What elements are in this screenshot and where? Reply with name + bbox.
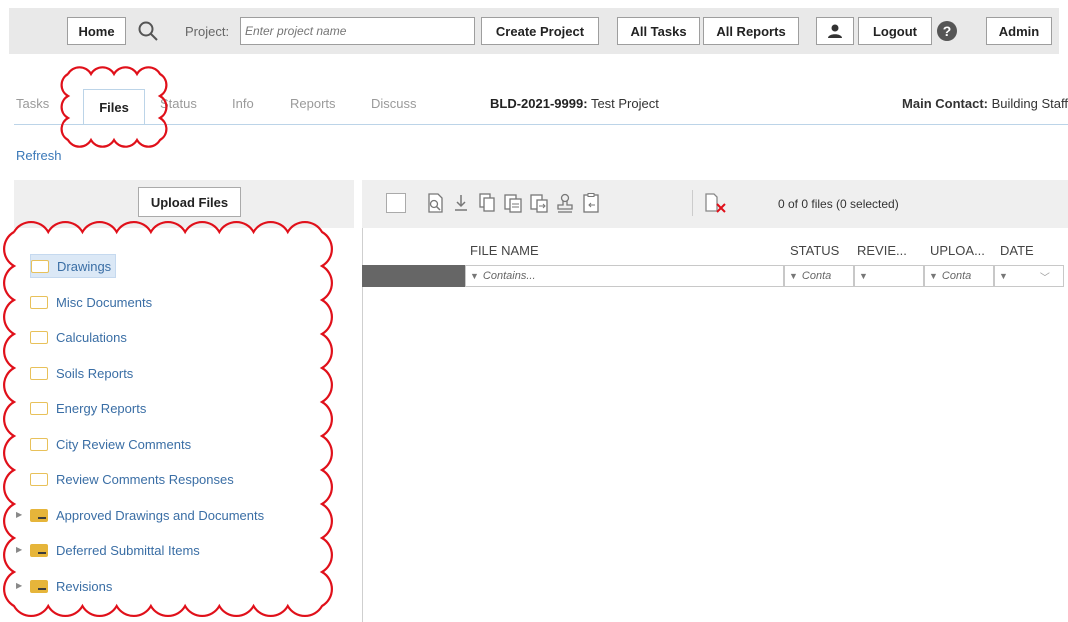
home-button[interactable]: Home	[67, 17, 126, 45]
filter-icon: ▼	[470, 271, 479, 281]
project-id: BLD-2021-9999:	[490, 96, 588, 111]
copy-icon[interactable]	[477, 192, 497, 214]
column-header-uploader[interactable]: UPLOA...	[930, 243, 985, 258]
main-contact: Main Contact: Building Staff	[902, 96, 1068, 111]
all-reports-button[interactable]: All Reports	[703, 17, 799, 45]
folder-outline-icon	[30, 401, 48, 415]
project-name: Test Project	[590, 96, 659, 111]
project-search-input[interactable]	[240, 17, 475, 45]
folder-label: Approved Drawings and Documents	[56, 507, 265, 523]
folder-item[interactable]: Revisions	[30, 574, 112, 598]
move-file-icon[interactable]	[529, 192, 549, 214]
folder-outline-icon	[30, 437, 48, 451]
project-label: Project:	[185, 24, 230, 39]
folder-outline-icon	[31, 259, 49, 273]
file-count: 0 of 0 files (0 selected)	[778, 197, 899, 211]
file-name-filter-text: Contains...	[482, 270, 536, 282]
user-icon[interactable]	[816, 17, 854, 45]
uploader-filter-text: Conta	[941, 270, 972, 282]
expand-caret-icon[interactable]: ▶	[16, 545, 22, 554]
chevron-down-icon[interactable]: ﹀	[1040, 269, 1050, 284]
date-filter[interactable]: ▼ ﹀	[994, 265, 1064, 287]
toolbar-separator	[692, 190, 693, 216]
file-name-filter[interactable]: ▼ Contains...	[465, 265, 784, 287]
folder-item[interactable]: Approved Drawings and Documents	[30, 503, 264, 527]
reviewer-filter[interactable]: ▼	[854, 265, 924, 287]
all-tasks-button[interactable]: All Tasks	[617, 17, 700, 45]
folder-item[interactable]: Deferred Submittal Items	[30, 538, 200, 562]
column-header-date[interactable]: DATE	[1000, 243, 1034, 258]
folder-outline-icon	[30, 472, 48, 486]
folder-label: Energy Reports	[56, 400, 147, 416]
folder-label: City Review Comments	[56, 436, 192, 452]
folder-outline-icon	[30, 330, 48, 344]
tab-reports[interactable]: Reports	[290, 96, 336, 111]
grid-left-border	[362, 228, 363, 622]
help-icon[interactable]: ?	[932, 17, 962, 45]
filter-icon: ▼	[929, 271, 938, 281]
folder-item[interactable]: Energy Reports	[30, 396, 146, 420]
status-filter-text: Conta	[801, 270, 832, 282]
tab-discuss[interactable]: Discuss	[371, 96, 417, 111]
folder-label: Misc Documents	[56, 294, 153, 310]
tab-status[interactable]: Status	[160, 96, 197, 111]
folder-label: Soils Reports	[56, 365, 134, 381]
main-contact-label: Main Contact:	[902, 96, 988, 111]
expand-caret-icon[interactable]: ▶	[16, 581, 22, 590]
folder-label: Calculations	[56, 329, 127, 345]
folder-item[interactable]: Drawings	[30, 254, 117, 278]
clipboard-icon[interactable]	[581, 192, 601, 214]
folder-item[interactable]: Review Comments Responses	[30, 467, 234, 491]
filter-icon: ▼	[859, 271, 868, 281]
refresh-link[interactable]: Refresh	[16, 148, 62, 163]
delete-file-icon[interactable]	[703, 192, 726, 214]
folder-label: Deferred Submittal Items	[56, 542, 200, 558]
expand-caret-icon[interactable]: ▶	[16, 510, 22, 519]
uploader-filter[interactable]: ▼ Conta	[924, 265, 994, 287]
column-header-status[interactable]: STATUS	[790, 243, 839, 258]
search-icon[interactable]	[130, 17, 166, 45]
status-filter[interactable]: ▼ Conta	[784, 265, 854, 287]
folder-filled-icon	[30, 579, 48, 593]
folder-outline-icon	[30, 295, 48, 309]
folder-label: Revisions	[56, 578, 113, 594]
folder-item[interactable]: Soils Reports	[30, 361, 133, 385]
svg-text:?: ?	[943, 23, 952, 39]
stamp-icon[interactable]	[555, 192, 575, 214]
tab-files[interactable]: Files	[83, 89, 145, 125]
select-all-checkbox[interactable]	[386, 193, 406, 213]
upload-files-button[interactable]: Upload Files	[138, 187, 241, 217]
download-icon[interactable]	[451, 192, 471, 214]
filter-icon: ▼	[789, 271, 798, 281]
column-header-file-name[interactable]: FILE NAME	[470, 243, 539, 258]
duplicate-icon[interactable]	[503, 192, 523, 214]
tab-divider	[14, 124, 1068, 125]
folder-outline-icon	[30, 366, 48, 380]
main-contact-value: Building Staff	[991, 96, 1068, 111]
preview-file-icon[interactable]	[425, 192, 445, 214]
folder-filled-icon	[30, 508, 48, 522]
admin-button[interactable]: Admin	[986, 17, 1052, 45]
folder-item[interactable]: City Review Comments	[30, 432, 191, 456]
annotation-cloud-layer	[3, 66, 333, 618]
folder-label: Review Comments Responses	[56, 471, 234, 487]
filter-icon: ▼	[999, 271, 1008, 281]
folder-item[interactable]: Calculations	[30, 325, 127, 349]
logout-button[interactable]: Logout	[858, 17, 932, 45]
create-project-button[interactable]: Create Project	[481, 17, 599, 45]
folder-filled-icon	[30, 543, 48, 557]
tab-info[interactable]: Info	[232, 96, 254, 111]
project-title: BLD-2021-9999: Test Project	[490, 96, 659, 111]
column-header-reviewer[interactable]: REVIE...	[857, 243, 907, 258]
tab-tasks[interactable]: Tasks	[16, 96, 49, 111]
folder-item[interactable]: Misc Documents	[30, 290, 152, 314]
filter-row-spacer	[362, 265, 465, 287]
folder-label: Drawings	[57, 258, 112, 274]
